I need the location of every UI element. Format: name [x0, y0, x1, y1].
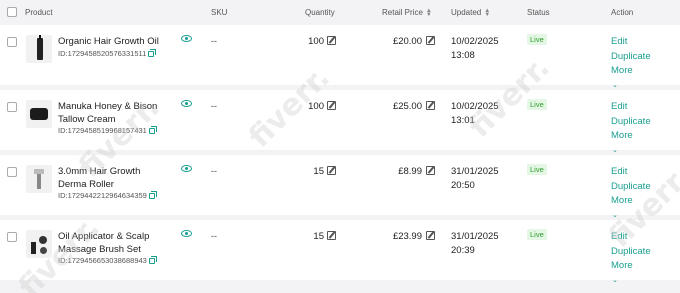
updated-time: 20:50	[451, 180, 475, 191]
edit-price-icon[interactable]	[426, 101, 435, 110]
more-dropdown[interactable]: More ⌄	[611, 129, 651, 158]
sort-arrows-icon[interactable]: ▲ ▼	[484, 8, 490, 18]
sku-value: --	[211, 231, 217, 241]
header-status: Status	[527, 8, 550, 17]
updated-date: 31/01/2025	[451, 166, 499, 177]
product-name[interactable]: 3.0mm Hair Growth Derma Roller	[58, 165, 170, 191]
eye-icon[interactable]	[181, 100, 192, 107]
more-dropdown[interactable]: More ⌄	[611, 259, 651, 288]
more-label: More	[611, 260, 633, 271]
more-label: More	[611, 65, 633, 76]
copy-icon[interactable]	[148, 49, 157, 58]
table-row: Organic Hair Growth Oil ID:1729458520576…	[0, 25, 680, 89]
updated-value: 10/02/2025 13:08	[451, 35, 499, 63]
price-value: £8.99	[398, 166, 422, 177]
product-id: ID:1729442212964634359	[58, 191, 157, 200]
select-all-checkbox[interactable]	[7, 7, 17, 17]
updated-date: 31/01/2025	[451, 231, 499, 242]
sku-value: --	[211, 36, 217, 46]
edit-quantity-icon[interactable]	[327, 101, 336, 110]
edit-price-icon[interactable]	[426, 166, 435, 175]
updated-time: 13:08	[451, 50, 475, 61]
header-product: Product	[25, 8, 53, 17]
header-retail-price-label: Retail Price	[382, 8, 423, 17]
copy-icon[interactable]	[148, 256, 157, 265]
sku-value: --	[211, 101, 217, 111]
sku-value: --	[211, 166, 217, 176]
updated-value: 31/01/2025 20:39	[451, 230, 499, 258]
status-badge: Live	[527, 34, 547, 45]
product-id-text: ID:1729442212964634359	[58, 191, 147, 200]
row-actions: Edit Duplicate More ⌄	[611, 35, 651, 93]
eye-icon[interactable]	[181, 165, 192, 172]
header-retail-price[interactable]: Retail Price ▲ ▼	[382, 8, 432, 18]
header-quantity[interactable]: Quantity	[305, 8, 335, 17]
updated-date: 10/02/2025	[451, 36, 499, 47]
eye-icon[interactable]	[181, 230, 192, 237]
price-value: £20.00	[392, 36, 422, 47]
duplicate-link[interactable]: Duplicate	[611, 50, 651, 65]
edit-quantity-icon[interactable]	[327, 36, 336, 45]
status-badge: Live	[527, 229, 547, 240]
product-thumbnail[interactable]	[26, 165, 52, 193]
chevron-down-icon: ⌄	[612, 276, 618, 284]
copy-icon[interactable]	[148, 191, 157, 200]
price-value: £23.99	[392, 231, 422, 242]
edit-link[interactable]: Edit	[611, 165, 651, 180]
row-actions: Edit Duplicate More ⌄	[611, 100, 651, 158]
eye-icon[interactable]	[181, 35, 192, 42]
price-value: £25.00	[392, 101, 422, 112]
edit-quantity-icon[interactable]	[327, 166, 336, 175]
edit-link[interactable]: Edit	[611, 35, 651, 50]
edit-quantity-icon[interactable]	[327, 231, 336, 240]
updated-value: 31/01/2025 20:50	[451, 165, 499, 193]
brush-image	[39, 236, 47, 244]
quantity-value: 15	[313, 231, 324, 242]
applicator-bottle-image	[31, 242, 36, 254]
table-row: Oil Applicator & Scalp Massage Brush Set…	[0, 220, 680, 284]
header-sku: SKU	[211, 8, 228, 17]
edit-link[interactable]: Edit	[611, 100, 651, 115]
row-checkbox[interactable]	[7, 37, 17, 47]
header-action: Action	[611, 8, 634, 17]
sort-arrows-icon[interactable]: ▲ ▼	[426, 8, 432, 18]
more-label: More	[611, 130, 633, 141]
edit-price-icon[interactable]	[426, 36, 435, 45]
derma-roller-image	[34, 169, 44, 189]
quantity-value: 100	[308, 36, 324, 47]
status-badge: Live	[527, 164, 547, 175]
header-updated[interactable]: Updated ▲ ▼	[451, 8, 490, 18]
cream-jar-image	[30, 108, 48, 120]
table-header: Product SKU Quantity Retail Price ▲ ▼ Upda…	[0, 0, 680, 24]
quantity-value: 15	[313, 166, 324, 177]
row-checkbox[interactable]	[7, 232, 17, 242]
row-checkbox[interactable]	[7, 167, 17, 177]
edit-price-icon[interactable]	[426, 231, 435, 240]
header-updated-label: Updated	[451, 8, 482, 17]
product-id-text: ID:1729458520576331511	[58, 49, 147, 58]
updated-time: 20:39	[451, 245, 475, 256]
row-checkbox[interactable]	[7, 102, 17, 112]
product-thumbnail[interactable]	[26, 35, 52, 63]
product-thumbnail[interactable]	[26, 100, 52, 128]
product-id: ID:1729458520576331511	[58, 49, 157, 58]
more-dropdown[interactable]: More ⌄	[611, 64, 651, 93]
oil-bottle-image	[37, 35, 43, 60]
duplicate-link[interactable]: Duplicate	[611, 115, 651, 130]
product-name[interactable]: Organic Hair Growth Oil	[58, 35, 170, 48]
